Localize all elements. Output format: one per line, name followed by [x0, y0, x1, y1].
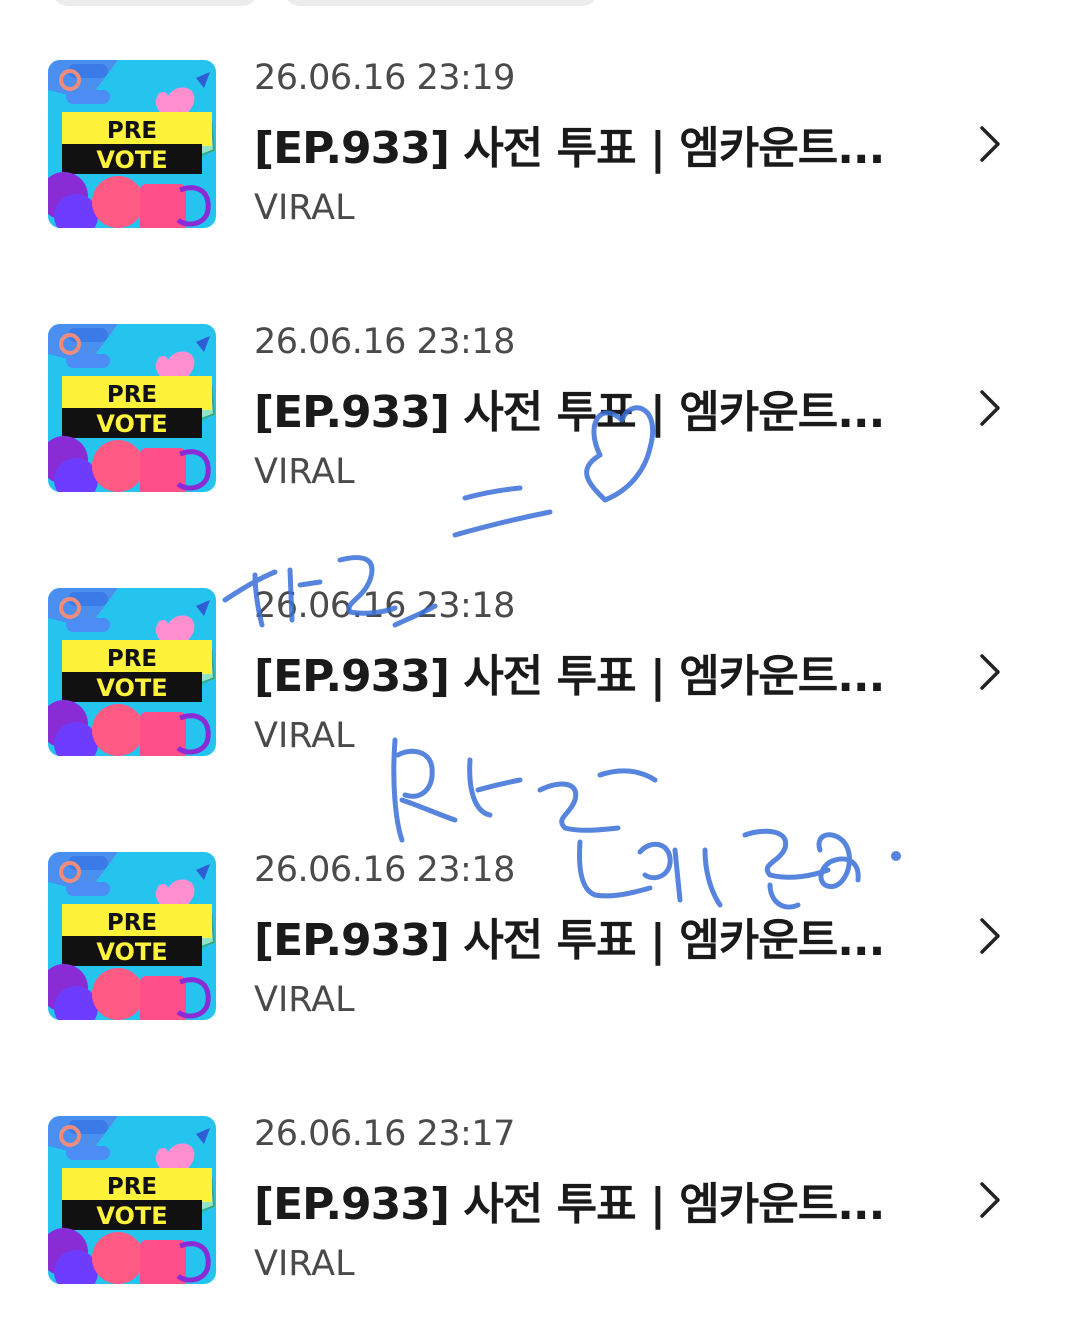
- thumb-text-pre: PRE: [107, 118, 157, 144]
- thumb-text-vote: VOTE: [96, 146, 167, 174]
- episode-date: 26.06.16 23:17: [254, 1114, 515, 1154]
- episode-tag: VIRAL: [254, 980, 355, 1020]
- thumb-text-pre: PRE: [107, 646, 157, 672]
- chevron-right-icon[interactable]: [966, 384, 1014, 432]
- episode-title: [EP.933] 사전 투표 | 엠카운트...: [254, 387, 885, 438]
- episode-tag: VIRAL: [254, 716, 355, 756]
- episode-date: 26.06.16 23:18: [254, 322, 515, 362]
- list-item[interactable]: PRE VOTE 26.06.16 23:17 [EP.933] 사전 투표 |…: [0, 1056, 1080, 1320]
- thumb-text-vote: VOTE: [96, 410, 167, 438]
- list-item[interactable]: PRE VOTE 26.06.16 23:19 [EP.933] 사전 투표 |…: [0, 0, 1080, 264]
- episode-tag: VIRAL: [254, 188, 355, 228]
- episode-tag: VIRAL: [254, 1244, 355, 1284]
- thumb-text-pre: PRE: [107, 910, 157, 936]
- episode-thumbnail: PRE VOTE: [48, 324, 216, 492]
- episode-title: [EP.933] 사전 투표 | 엠카운트...: [254, 651, 885, 702]
- list-item[interactable]: PRE VOTE 26.06.16 23:18 [EP.933] 사전 투표 |…: [0, 528, 1080, 792]
- thumb-text-vote: VOTE: [96, 1202, 167, 1230]
- episode-thumbnail: PRE VOTE: [48, 852, 216, 1020]
- episode-title: [EP.933] 사전 투표 | 엠카운트...: [254, 123, 885, 174]
- episode-title: [EP.933] 사전 투표 | 엠카운트...: [254, 1179, 885, 1230]
- chevron-right-icon[interactable]: [966, 120, 1014, 168]
- episode-thumbnail: PRE VOTE: [48, 1116, 216, 1284]
- thumb-text-pre: PRE: [107, 1174, 157, 1200]
- thumb-text-vote: VOTE: [96, 938, 167, 966]
- episode-date: 26.06.16 23:19: [254, 58, 515, 98]
- episode-thumbnail: PRE VOTE: [48, 588, 216, 756]
- chevron-right-icon[interactable]: [966, 1176, 1014, 1224]
- list-item[interactable]: PRE VOTE 26.06.16 23:18 [EP.933] 사전 투표 |…: [0, 264, 1080, 528]
- episode-date: 26.06.16 23:18: [254, 850, 515, 890]
- episode-date: 26.06.16 23:18: [254, 586, 515, 626]
- episode-tag: VIRAL: [254, 452, 355, 492]
- chevron-right-icon[interactable]: [966, 648, 1014, 696]
- thumb-text-pre: PRE: [107, 382, 157, 408]
- chevron-right-icon[interactable]: [966, 912, 1014, 960]
- thumb-text-vote: VOTE: [96, 674, 167, 702]
- list-item[interactable]: PRE VOTE 26.06.16 23:18 [EP.933] 사전 투표 |…: [0, 792, 1080, 1056]
- episode-thumbnail: PRE VOTE: [48, 60, 216, 228]
- episode-title: [EP.933] 사전 투표 | 엠카운트...: [254, 915, 885, 966]
